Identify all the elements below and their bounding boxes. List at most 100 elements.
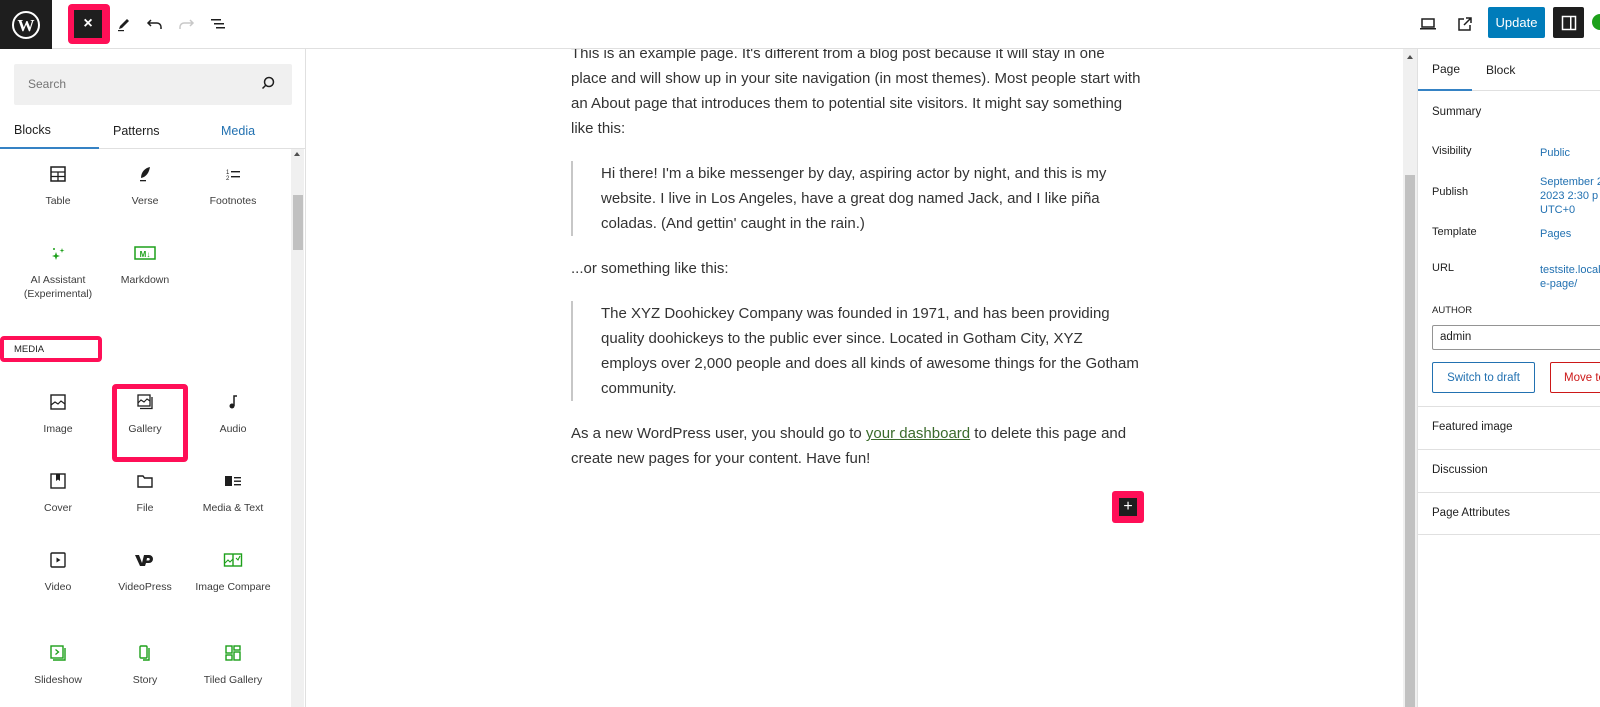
panel-page-attributes[interactable]: Page Attributes	[1418, 492, 1600, 535]
url-label: URL	[1432, 262, 1455, 274]
block-label: File	[136, 502, 154, 514]
post-content[interactable]: This is an example page. It's different …	[571, 49, 1141, 491]
block-slideshow[interactable]: Slideshow	[20, 641, 96, 687]
desktop-preview-icon[interactable]	[1416, 12, 1440, 36]
block-audio[interactable]: Audio	[195, 390, 271, 436]
quote-text[interactable]: The XYZ Doohickey Company was founded in…	[601, 305, 1139, 397]
author-select[interactable]: admin	[1432, 325, 1600, 350]
block-cover[interactable]: Cover	[20, 469, 96, 515]
block-footnotes[interactable]: 12 Footnotes	[195, 162, 271, 208]
markdown-icon: M↓	[107, 241, 183, 265]
summary-heading[interactable]: Summary	[1432, 106, 1481, 118]
wordpress-logo[interactable]: W	[0, 0, 52, 49]
svg-text:M↓: M↓	[140, 250, 151, 259]
editor-canvas[interactable]: This is an example page. It's different …	[306, 49, 1403, 707]
block-video[interactable]: Video	[20, 548, 96, 594]
paragraph-block[interactable]: This is an example page. It's different …	[571, 49, 1141, 141]
panel-title: Featured image	[1432, 421, 1513, 433]
media-category-highlight: MEDIA	[0, 336, 102, 362]
settings-sidebar-button[interactable]	[1553, 7, 1584, 38]
inserter-tabs: Blocks Patterns Media	[0, 113, 305, 149]
close-inserter-button[interactable]: ×	[74, 10, 102, 38]
slideshow-icon	[20, 641, 96, 665]
visibility-value[interactable]: Public	[1540, 146, 1570, 160]
add-block-button[interactable]: +	[1119, 498, 1137, 516]
block-inserter-panel: Search Blocks Patterns Media Table Verse…	[0, 49, 306, 707]
dashboard-link[interactable]: your dashboard	[866, 425, 970, 442]
close-highlight: ×	[68, 4, 110, 44]
settings-sidebar: Page Block Summary Visibility Public Pub…	[1417, 49, 1600, 707]
block-image[interactable]: Image	[20, 390, 96, 436]
tab-label: Block	[1486, 63, 1516, 77]
scrollbar-thumb[interactable]	[1405, 175, 1415, 707]
scroll-up-arrow-icon[interactable]	[294, 152, 300, 156]
tab-page[interactable]: Page	[1418, 49, 1472, 91]
quote-block[interactable]: The XYZ Doohickey Company was founded in…	[571, 301, 1141, 401]
switch-to-draft-button[interactable]: Switch to draft	[1432, 362, 1535, 393]
redo-icon[interactable]	[174, 12, 198, 36]
author-label: AUTHOR	[1432, 305, 1473, 316]
block-media-text[interactable]: Media & Text	[195, 469, 271, 515]
videopress-icon	[107, 548, 183, 572]
quote-text[interactable]: Hi there! I'm a bike messenger by day, a…	[601, 165, 1106, 232]
block-search-input[interactable]: Search	[14, 64, 292, 105]
tab-label: Patterns	[113, 124, 160, 138]
update-button[interactable]: Update	[1488, 7, 1545, 38]
quote-block[interactable]: Hi there! I'm a bike messenger by day, a…	[571, 161, 1141, 236]
tools-pencil-icon[interactable]	[112, 12, 136, 36]
publish-value[interactable]: September 2 2023 2:30 p UTC+0	[1540, 175, 1600, 217]
block-markdown[interactable]: M↓ Markdown	[107, 241, 183, 287]
block-label: AI Assistant (Experimental)	[23, 274, 93, 300]
block-story[interactable]: Story	[107, 641, 183, 687]
panel-title: Page Attributes	[1432, 507, 1510, 519]
block-label: Markdown	[120, 274, 170, 286]
tab-blocks[interactable]: Blocks	[0, 113, 99, 149]
panel-discussion[interactable]: Discussion	[1418, 449, 1600, 492]
scrollbar-thumb[interactable]	[293, 195, 303, 250]
tab-block[interactable]: Block	[1486, 49, 1515, 91]
tab-patterns[interactable]: Patterns	[113, 113, 160, 149]
image-icon	[20, 390, 96, 414]
footnotes-icon: 12	[195, 162, 271, 186]
search-placeholder: Search	[28, 77, 67, 91]
tiled-gallery-icon	[195, 641, 271, 665]
editor-header: W × Update	[0, 0, 1600, 49]
verse-icon	[107, 162, 183, 186]
editor-scrollbar[interactable]	[1403, 49, 1417, 707]
block-label: Image	[43, 423, 73, 435]
paragraph-block[interactable]: ...or something like this:	[571, 256, 1141, 281]
block-label: Footnotes	[209, 195, 257, 207]
block-label: Video	[44, 581, 72, 593]
block-ai-assistant[interactable]: AI Assistant (Experimental)	[20, 241, 96, 301]
panel-title: Discussion	[1432, 464, 1488, 476]
block-table[interactable]: Table	[20, 162, 96, 208]
move-to-trash-button[interactable]: Move to trash	[1550, 362, 1600, 393]
block-tiled-gallery[interactable]: Tiled Gallery	[195, 641, 271, 687]
panel-featured-image[interactable]: Featured image	[1418, 406, 1600, 449]
media-text-icon	[195, 469, 271, 493]
jetpack-icon[interactable]	[1592, 14, 1600, 30]
scroll-up-arrow-icon[interactable]	[1407, 55, 1413, 59]
template-value[interactable]: Pages	[1540, 227, 1571, 241]
block-file[interactable]: File	[107, 469, 183, 515]
block-image-compare[interactable]: Image Compare	[195, 548, 271, 594]
block-label: Verse	[131, 195, 159, 207]
visibility-label: Visibility	[1432, 145, 1472, 157]
svg-text:W: W	[18, 16, 35, 35]
undo-icon[interactable]	[143, 12, 167, 36]
block-videopress[interactable]: VideoPress	[107, 548, 183, 594]
url-value[interactable]: testsite.local e-page/	[1540, 263, 1600, 291]
story-icon	[107, 641, 183, 665]
add-block-highlight: +	[1112, 491, 1144, 523]
sidebar-toggle-icon	[1561, 15, 1576, 30]
tab-media[interactable]: Media	[221, 113, 255, 149]
paragraph-text: As a new WordPress user, you should go t…	[571, 425, 866, 442]
inserter-scrollbar[interactable]	[291, 149, 304, 707]
block-verse[interactable]: Verse	[107, 162, 183, 208]
paragraph-block[interactable]: As a new WordPress user, you should go t…	[571, 421, 1141, 471]
ai-sparkle-icon	[20, 241, 96, 265]
list-view-icon[interactable]	[206, 12, 230, 36]
block-label: Audio	[219, 423, 247, 435]
external-link-icon[interactable]	[1453, 12, 1477, 36]
svg-text:2: 2	[226, 176, 230, 182]
